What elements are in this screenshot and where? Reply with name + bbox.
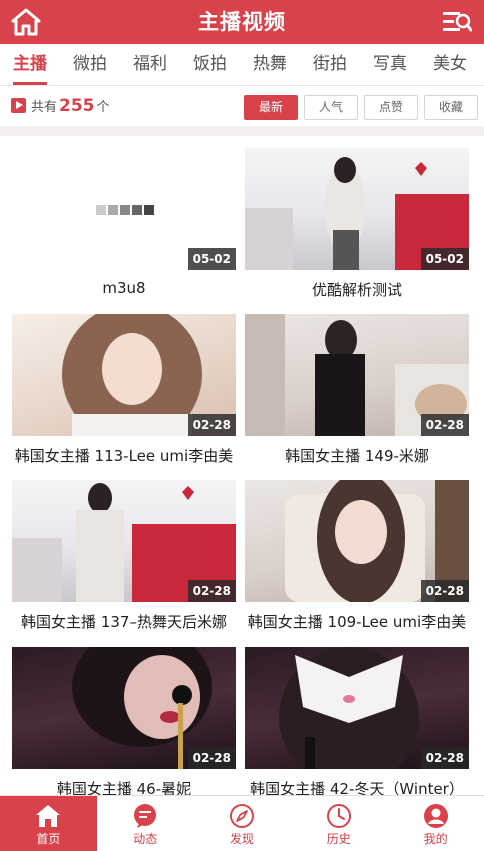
section-separator: [0, 126, 484, 136]
clock-icon: [326, 804, 351, 828]
video-card[interactable]: 02-28 韩国女主播 113-Lee umi李由美: [12, 314, 236, 466]
tab-zhubo[interactable]: 主播: [0, 44, 60, 85]
sort-favorites-button[interactable]: 收藏: [424, 95, 478, 120]
video-title[interactable]: 韩国女主播 42-冬天（Winter）: [245, 778, 469, 795]
video-title[interactable]: 韩国女主播 137–热舞天后米娜: [12, 611, 236, 632]
video-title[interactable]: 韩国女主播 149-米娜: [245, 445, 469, 466]
video-thumbnail[interactable]: 05-02: [245, 148, 469, 270]
count-suffix: 个: [96, 100, 110, 115]
sort-likes-button[interactable]: 点赞: [364, 95, 418, 120]
compass-icon: [229, 804, 254, 828]
video-title[interactable]: 韩国女主播 113-Lee umi李由美: [12, 445, 236, 466]
tabbar-history[interactable]: 历史: [290, 796, 387, 851]
sort-newest-button[interactable]: 最新: [244, 95, 298, 120]
video-title[interactable]: 优酷解析测试: [245, 279, 469, 300]
sort-popular-button[interactable]: 人气: [304, 95, 358, 120]
video-card[interactable]: 05-02 m3u8: [12, 148, 236, 297]
date-badge: 02-28: [187, 747, 236, 769]
chat-icon: [134, 804, 157, 828]
tabbar-discover[interactable]: 发现: [194, 796, 291, 851]
bottom-tab-bar: 首页 动态 发现 历史 我的: [0, 795, 484, 851]
date-badge: 05-02: [420, 248, 469, 270]
loading-indicator: [96, 205, 154, 215]
video-count: 共有 255 个: [31, 86, 110, 128]
tab-jiepai[interactable]: 街拍: [300, 44, 360, 85]
video-card[interactable]: 02-28 韩国女主播 149-米娜: [245, 314, 469, 466]
date-badge: 02-28: [420, 414, 469, 436]
tab-fuli[interactable]: 福利: [120, 44, 180, 85]
date-badge: 02-28: [420, 580, 469, 602]
video-thumbnail[interactable]: 02-28: [12, 480, 236, 602]
filter-bar: 共有 255 个 最新 人气 点赞 收藏: [0, 86, 484, 126]
tabbar-label: 动态: [133, 832, 158, 846]
video-thumbnail[interactable]: 02-28: [245, 314, 469, 436]
video-thumbnail[interactable]: 02-28: [12, 314, 236, 436]
video-title[interactable]: m3u8: [12, 279, 236, 297]
tab-fanpai[interactable]: 饭拍: [180, 44, 240, 85]
app: 主播视频 主播 微拍 福利 饭拍 热舞 街拍 写真 美女 共有 255 个 最新 人…: [0, 0, 484, 851]
tabbar-label: 首页: [36, 832, 61, 846]
tabbar-label: 历史: [326, 832, 351, 846]
tabbar-label: 我的: [423, 832, 448, 846]
home-icon: [36, 805, 61, 827]
count-number: 255: [59, 96, 95, 116]
video-thumbnail[interactable]: 02-28: [245, 480, 469, 602]
search-menu-icon[interactable]: [442, 7, 472, 37]
video-thumbnail[interactable]: 02-28: [12, 647, 236, 769]
date-badge: 02-28: [187, 580, 236, 602]
date-badge: 05-02: [187, 248, 236, 270]
tabbar-mine[interactable]: 我的: [387, 796, 484, 851]
count-prefix: 共有: [31, 100, 58, 115]
tabbar-home[interactable]: 首页: [0, 796, 97, 851]
video-card[interactable]: 02-28 韩国女主播 42-冬天（Winter）: [245, 647, 469, 795]
play-icon: [11, 98, 26, 113]
video-thumbnail[interactable]: 02-28: [245, 647, 469, 769]
tab-rewu[interactable]: 热舞: [240, 44, 300, 85]
category-tabs: 主播 微拍 福利 饭拍 热舞 街拍 写真 美女: [0, 44, 484, 86]
user-icon: [423, 804, 448, 828]
video-thumbnail[interactable]: 05-02: [12, 148, 236, 270]
video-card[interactable]: 05-02 优酷解析测试: [245, 148, 469, 300]
tab-xiezhen[interactable]: 写真: [360, 44, 420, 85]
top-header: 主播视频: [0, 0, 484, 44]
tab-weipai[interactable]: 微拍: [60, 44, 120, 85]
tabbar-label: 发现: [229, 832, 254, 846]
date-badge: 02-28: [187, 414, 236, 436]
video-title[interactable]: 韩国女主播 46-暑妮: [12, 778, 236, 795]
tab-meinv[interactable]: 美女: [420, 44, 480, 85]
page-title: 主播视频: [198, 10, 286, 34]
tabbar-feed[interactable]: 动态: [97, 796, 194, 851]
video-title[interactable]: 韩国女主播 109-Lee umi李由美: [245, 611, 469, 632]
video-card[interactable]: 02-28 韩国女主播 109-Lee umi李由美: [245, 480, 469, 632]
video-grid: 05-02 m3u8 05-02 优酷解析测试 02-28 韩国女主播 113-…: [0, 136, 484, 795]
video-card[interactable]: 02-28 韩国女主播 46-暑妮: [12, 647, 236, 795]
date-badge: 02-28: [420, 747, 469, 769]
video-card[interactable]: 02-28 韩国女主播 137–热舞天后米娜: [12, 480, 236, 632]
